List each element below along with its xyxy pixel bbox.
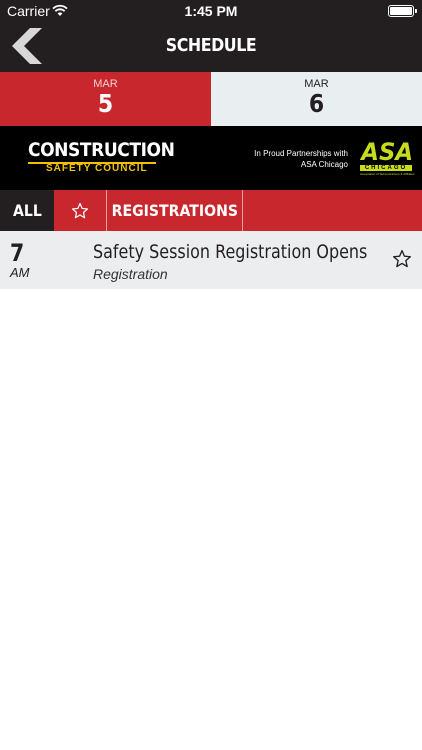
date-tab-mar-5[interactable]: MAR 5: [0, 72, 211, 126]
asa-chicago-logo: ASA CHICAGO Association of Subcontractor…: [360, 138, 415, 180]
star-outline-icon: [71, 202, 89, 218]
nav-bar: SCHEDULE: [0, 22, 422, 72]
filter-favorites-tab[interactable]: [54, 190, 107, 231]
star-outline-icon[interactable]: [392, 249, 412, 269]
construction-safety-council-logo: CONSTRUCTION SAFETY COUNCIL: [28, 139, 175, 179]
filter-registrations-label: REGISTRATIONS: [111, 201, 238, 220]
date-day: 5: [97, 89, 114, 118]
partner-line-1: In Proud Partnerships with: [254, 149, 348, 158]
session-category: Registration: [93, 266, 168, 282]
session-title: Safety Session Registration Opens: [93, 241, 368, 263]
session-ampm: AM: [10, 265, 30, 280]
date-tabs: MAR 5 MAR 6: [0, 72, 422, 126]
sponsor-name: CONSTRUCTION: [28, 139, 175, 161]
partner-line-2: ASA Chicago: [300, 160, 348, 169]
filter-all-label: ALL: [12, 201, 42, 220]
filter-all-tab[interactable]: ALL: [0, 190, 54, 231]
asa-logo-text: ASA: [361, 138, 414, 166]
date-tab-mar-6[interactable]: MAR 6: [211, 72, 422, 126]
sponsor-subtitle: SAFETY COUNCIL: [46, 163, 148, 174]
date-day: 6: [308, 89, 325, 118]
page-title: SCHEDULE: [165, 35, 257, 56]
asa-logo-tagline: Association of Subcontractors & Affiliat…: [360, 172, 415, 176]
sponsor-banner[interactable]: CONSTRUCTION SAFETY COUNCIL In Proud Par…: [0, 126, 422, 190]
filter-tabs: ALL REGISTRATIONS: [0, 190, 422, 231]
list-item[interactable]: 7 AM Safety Session Registration Opens R…: [0, 231, 422, 289]
partner-text: In Proud Partnerships with ASA Chicago: [254, 148, 348, 170]
battery-icon: [388, 5, 417, 17]
session-hour: 7: [10, 239, 25, 267]
filter-registrations-tab[interactable]: REGISTRATIONS: [107, 190, 243, 231]
status-bar: Carrier 1:45 PM: [0, 0, 422, 22]
status-time: 1:45 PM: [184, 3, 238, 19]
